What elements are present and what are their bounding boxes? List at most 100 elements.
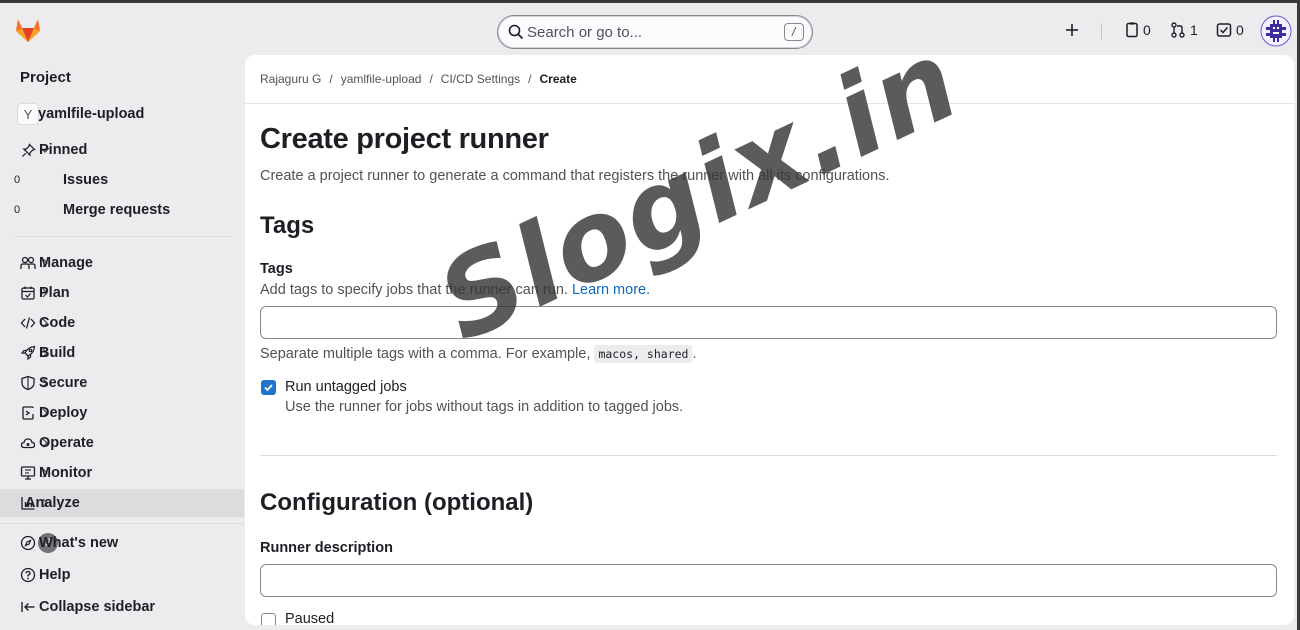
breadcrumb-item[interactable]: Rajaguru G	[260, 72, 321, 86]
code-icon	[18, 314, 38, 332]
search-placeholder: Search or go to...	[527, 24, 643, 41]
sidebar-item-label: Secure	[39, 375, 88, 391]
collapse-sidebar-button[interactable]: Collapse sidebar	[14, 593, 234, 621]
breadcrumb-item[interactable]: yamlfile-upload	[341, 72, 422, 86]
rocket-icon	[18, 344, 38, 362]
sidebar-item-label: Build	[39, 345, 76, 361]
sidebar-item-label: Operate	[39, 435, 94, 451]
tags-field-label: Tags	[260, 261, 293, 277]
breadcrumb-separator: /	[329, 72, 333, 86]
search-shortcut-key: /	[784, 23, 804, 41]
question-icon	[18, 566, 38, 584]
todos-button[interactable]: 0	[1216, 20, 1244, 40]
run-untagged-help: Use the runner for jobs without tags in …	[285, 399, 684, 415]
search-icon	[508, 24, 524, 40]
gitlab-logo-icon[interactable]	[14, 17, 42, 43]
sidebar-item-build[interactable]: Build	[14, 339, 234, 367]
whats-new-button[interactable]: What's new 3	[14, 529, 234, 557]
main-content: Rajaguru G / yamlfile-upload / CI/CD Set…	[245, 55, 1294, 625]
plus-icon	[1066, 24, 1078, 36]
collapse-sidebar-label: Collapse sidebar	[39, 599, 156, 615]
sidebar-item-label: Issues	[63, 172, 109, 188]
breadcrumb-separator: /	[429, 72, 433, 86]
sidebar-item-label: Deploy	[39, 405, 88, 421]
user-avatar[interactable]	[1260, 15, 1292, 47]
help-label: Help	[39, 567, 71, 583]
sidebar-pinned-toggle[interactable]: Pinned	[14, 136, 234, 164]
search-box[interactable]: Search or go to... /	[497, 15, 813, 49]
shield-icon	[18, 374, 38, 392]
tags-example-prefix: Separate multiple tags with a comma. For…	[260, 346, 591, 362]
sidebar-divider	[14, 236, 230, 237]
sidebar-item-label: Plan	[39, 285, 70, 301]
breadcrumb-divider	[245, 103, 1294, 104]
sidebar-item-label: Analyze	[25, 495, 80, 511]
tags-help-text: Add tags to specify jobs that the runner…	[260, 282, 650, 298]
run-untagged-label[interactable]: Run untagged jobs	[285, 379, 407, 395]
merge-requests-count: 1	[1190, 22, 1198, 38]
run-untagged-checkbox[interactable]	[261, 380, 276, 395]
compass-icon	[18, 534, 38, 552]
issues-button[interactable]: 0	[1125, 20, 1151, 40]
merge-requests-pinned-count: 0	[14, 204, 21, 216]
runner-description-label: Runner description	[260, 540, 393, 556]
help-button[interactable]: Help	[14, 561, 234, 589]
whats-new-label: What's new	[39, 535, 119, 551]
sidebar-item-analyze[interactable]: Analyze	[0, 489, 244, 517]
tags-example-suffix: .	[692, 346, 697, 362]
sidebar-project-link[interactable]: Y yamlfile-upload	[14, 100, 234, 128]
project-name: yamlfile-upload	[38, 106, 145, 122]
calendar-icon	[18, 284, 38, 302]
merge-request-icon	[1171, 22, 1185, 38]
cloud-icon	[18, 434, 38, 452]
breadcrumb-separator: /	[528, 72, 532, 86]
deploy-icon	[18, 404, 38, 422]
sidebar-item-issues[interactable]: Issues 0	[14, 166, 234, 194]
todos-count: 0	[1236, 22, 1244, 38]
issues-icon	[1126, 22, 1138, 38]
sidebar-item-monitor[interactable]: Monitor	[14, 459, 234, 487]
section-divider	[260, 455, 1277, 456]
monitor-icon	[18, 464, 38, 482]
merge-requests-button[interactable]: 1	[1170, 20, 1198, 40]
issues-pinned-count: 0	[14, 174, 21, 186]
runner-description-input[interactable]	[260, 564, 1277, 597]
configuration-section-heading: Configuration (optional)	[260, 489, 534, 516]
learn-more-link[interactable]: Learn more.	[572, 282, 650, 298]
paused-label[interactable]: Paused	[285, 611, 334, 625]
sidebar-item-label: Monitor	[39, 465, 93, 481]
sidebar: Project Y yamlfile-upload Pinned Issues …	[0, 53, 244, 630]
issues-count: 0	[1143, 22, 1151, 38]
pinned-label: Pinned	[39, 142, 88, 158]
collapse-left-icon	[18, 598, 38, 616]
sidebar-item-plan[interactable]: Plan	[14, 279, 234, 307]
page-title: Create project runner	[260, 123, 549, 155]
create-new-button[interactable]	[1064, 20, 1080, 40]
sidebar-item-label: Merge requests	[63, 202, 171, 218]
tags-help-description: Add tags to specify jobs that the runner…	[260, 282, 568, 298]
top-bar: Search or go to... / 0 1 0	[0, 3, 1297, 53]
project-avatar: Y	[17, 103, 39, 125]
sidebar-item-label: Code	[39, 315, 76, 331]
sidebar-item-label: Manage	[39, 255, 93, 271]
breadcrumb-current: Create	[539, 72, 577, 86]
tags-input[interactable]	[260, 306, 1277, 339]
users-icon	[18, 254, 38, 272]
checkmark-icon	[264, 384, 273, 392]
sidebar-item-merge-requests[interactable]: Merge requests 0	[14, 196, 234, 224]
page-description: Create a project runner to generate a co…	[260, 168, 890, 184]
breadcrumb: Rajaguru G / yamlfile-upload / CI/CD Set…	[260, 72, 577, 86]
sidebar-context-title: Project	[20, 69, 71, 86]
sidebar-item-deploy[interactable]: Deploy	[14, 399, 234, 427]
topbar-divider	[1101, 23, 1102, 39]
sidebar-item-secure[interactable]: Secure	[14, 369, 234, 397]
breadcrumb-item[interactable]: CI/CD Settings	[441, 72, 520, 86]
paused-checkbox[interactable]	[261, 613, 276, 625]
tags-example-text: Separate multiple tags with a comma. For…	[260, 345, 697, 363]
sidebar-footer-divider	[0, 523, 244, 524]
tags-example-code: macos, shared	[594, 345, 693, 363]
tags-section-heading: Tags	[260, 212, 315, 239]
sidebar-item-manage[interactable]: Manage	[14, 249, 234, 277]
sidebar-item-operate[interactable]: Operate	[14, 429, 234, 457]
sidebar-item-code[interactable]: Code	[14, 309, 234, 337]
